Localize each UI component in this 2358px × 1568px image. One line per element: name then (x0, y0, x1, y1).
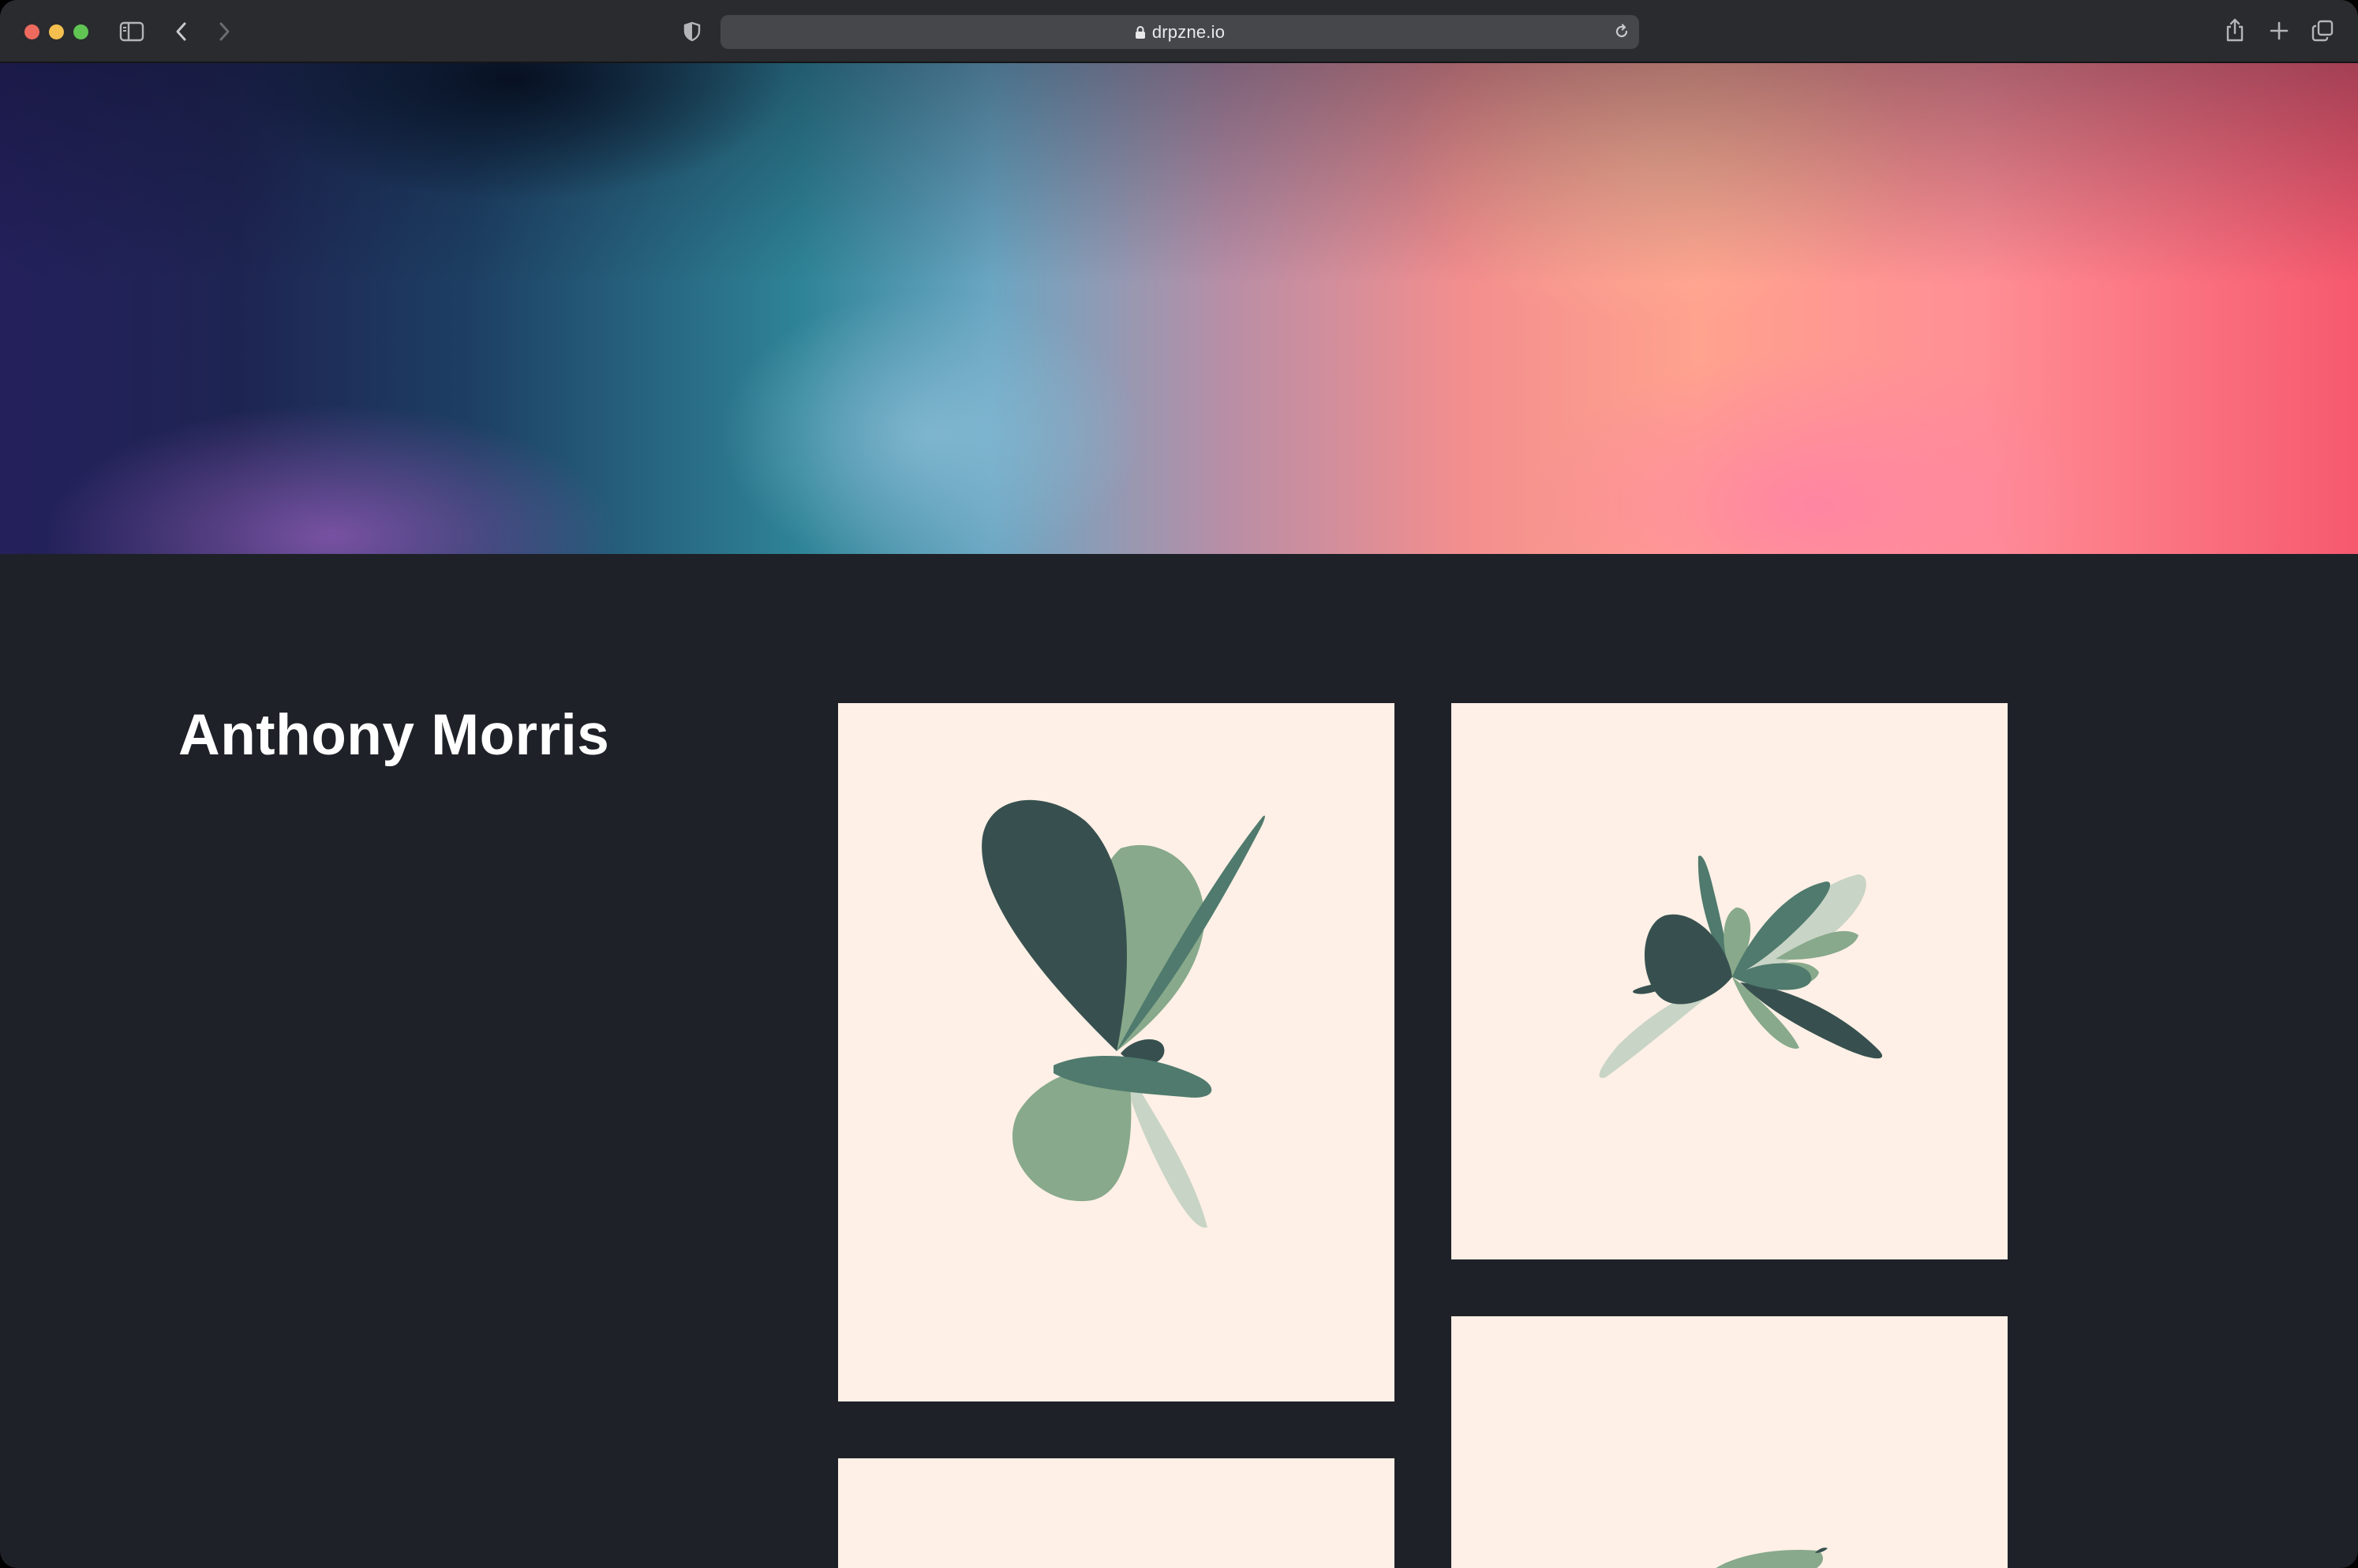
leaf-artwork-image (1599, 855, 1883, 1078)
leaf-artwork-image (982, 799, 1265, 1228)
profile-name: Anthony Morris (178, 703, 610, 767)
close-window-button[interactable] (24, 24, 39, 39)
address-bar[interactable]: drpzne.io (720, 15, 1639, 49)
shield-icon[interactable] (682, 19, 702, 44)
chevron-left-icon[interactable] (172, 19, 191, 44)
artwork-card[interactable] (1451, 1316, 2008, 1568)
artwork-card[interactable] (838, 1458, 1394, 1568)
chevron-right-icon[interactable] (215, 19, 234, 44)
share-icon[interactable] (2224, 16, 2246, 44)
leaf-artwork-image (1716, 1547, 1828, 1568)
artwork-card[interactable] (838, 703, 1394, 1401)
browser-toolbar: drpzne.io (0, 0, 2358, 63)
artwork-card[interactable] (1451, 703, 2008, 1259)
sidebar-icon[interactable] (118, 19, 145, 44)
zoom-window-button[interactable] (73, 24, 88, 39)
browser-window: drpzne.io Anthony Morris (0, 0, 2358, 1568)
tabs-overview-icon[interactable] (2311, 19, 2334, 43)
hero-gradient-banner (0, 63, 2358, 554)
minimize-window-button[interactable] (49, 24, 64, 39)
plus-icon[interactable] (2268, 19, 2290, 43)
url-text: drpzne.io (1151, 21, 1226, 42)
lock-icon (1135, 25, 1146, 39)
reload-icon[interactable] (1612, 22, 1631, 41)
